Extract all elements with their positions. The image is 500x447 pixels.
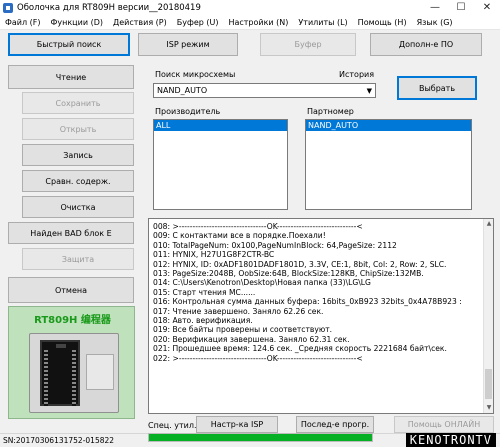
chevron-down-icon[interactable]: ▼ [367, 87, 372, 95]
board-sticker [86, 354, 114, 390]
isp-settings-button[interactable]: Настр-ка ISP [196, 416, 278, 433]
close-button[interactable]: ✕ [474, 0, 500, 15]
online-help-button[interactable]: Помощь ОНЛАЙН [394, 416, 494, 433]
log-line: 019: Все байты проверены и соответствуют… [153, 325, 333, 335]
menu-language[interactable]: Язык (G) [412, 18, 458, 27]
socket-lever [56, 344, 66, 348]
chip-search-combobox[interactable]: NAND_AUTO ▼ [153, 83, 376, 98]
compare-button[interactable]: Сравн. содерж. [22, 170, 134, 192]
log-line: 018: Авто. верификация. [153, 316, 253, 326]
cancel-button[interactable]: Отмена [8, 277, 134, 303]
manufacturer-list[interactable]: ALL [153, 119, 288, 210]
log-line: 020: Верификация завершена. Заняло 62.31… [153, 334, 350, 344]
scroll-thumb[interactable] [485, 369, 492, 399]
socket-pins-left [44, 350, 48, 406]
title-bar: Оболочка для RT809H версии__20180419 — ☐… [0, 0, 500, 15]
menu-settings[interactable]: Настройки (N) [223, 18, 293, 27]
zif-socket [40, 340, 80, 406]
manufacturer-label: Производитель [155, 107, 221, 116]
window-controls: — ☐ ✕ [422, 0, 500, 15]
extra-software-button[interactable]: Дополн-е ПО [370, 33, 482, 56]
protect-button[interactable]: Защита [22, 248, 134, 270]
menu-help[interactable]: Помощь (H) [353, 18, 412, 27]
menu-functions[interactable]: Функции (D) [46, 18, 108, 27]
log-line: 010: TotalPageNum: 0x100,PageNumInBlock:… [153, 240, 397, 250]
log-line: 012: HYNIX, ID: 0xADF1801DADF1801D, 3.3V… [153, 259, 447, 269]
log-line: 017: Чтение завершено. Заняло 62.26 сек. [153, 306, 324, 316]
menu-bar: Файл (F) Функции (D) Действия (P) Буфер … [0, 15, 500, 30]
write-button[interactable]: Запись [22, 144, 134, 166]
log-scrollbar[interactable]: ▲ ▼ [483, 219, 493, 413]
manufacturer-item-selected[interactable]: ALL [154, 120, 287, 131]
log-line: 016: Контрольная сумма данных буфера: 16… [153, 297, 462, 307]
save-button[interactable]: Сохранить [22, 92, 134, 114]
maximize-button[interactable]: ☐ [448, 0, 474, 15]
partnumber-label: Партномер [307, 107, 354, 116]
socket-pins-right [72, 350, 76, 406]
chip-search-value: NAND_AUTO [157, 86, 208, 95]
quick-search-button[interactable]: Быстрый поиск [8, 33, 130, 56]
log-line: 014: C:\Users\Kenotron\Desktop\Новая пап… [153, 278, 371, 288]
log-line: 008: >--------------------------------OK… [153, 222, 363, 231]
minimize-button[interactable]: — [422, 0, 448, 15]
log-line: 009: С контактами все в порядке.Поехали! [153, 231, 326, 241]
history-label: История [339, 70, 375, 79]
chip-search-label: Поиск микросхемы [155, 70, 236, 79]
log-lines: 008: >--------------------------------OK… [153, 222, 483, 363]
serial-number: SN:20170306131752-015822 [3, 436, 115, 445]
last-program-button[interactable]: Послед-е прогр. [296, 416, 374, 433]
programmer-image: RT809H 编程器 [8, 306, 135, 419]
log-output[interactable]: 008: >--------------------------------OK… [148, 218, 494, 414]
menu-actions[interactable]: Действия (P) [108, 18, 172, 27]
programmer-caption: RT809H 编程器 [34, 315, 111, 326]
log-line: 021: Прошедшее время: 124.6 сек. _Средня… [153, 344, 447, 354]
programmer-board [29, 333, 119, 413]
open-button[interactable]: Открыть [22, 118, 134, 140]
app-icon [3, 2, 13, 13]
partnumber-item-selected[interactable]: NAND_AUTO [306, 120, 471, 131]
menu-buffer[interactable]: Буфер (U) [172, 18, 224, 27]
special-utils-label[interactable]: Спец. утил. [148, 421, 197, 430]
progress-bar [148, 433, 373, 442]
watermark: KENOTRONTV [405, 433, 496, 447]
log-line: 011: HYNIX, H27U1G8F2CTR-BC [153, 250, 275, 260]
select-button[interactable]: Выбрать [397, 76, 477, 100]
progress-fill [149, 434, 372, 441]
isp-mode-button[interactable]: ISP режим [138, 33, 238, 56]
buffer-button[interactable]: Буфер [260, 33, 356, 56]
menu-file[interactable]: Файл (F) [0, 18, 46, 27]
log-line: 015: Старт чтения MC...... [153, 287, 256, 297]
bad-block-button[interactable]: Найден BAD блок E [8, 222, 134, 244]
scroll-up-icon[interactable]: ▲ [484, 219, 493, 229]
partnumber-list[interactable]: NAND_AUTO [305, 119, 472, 210]
erase-button[interactable]: Очистка [22, 196, 134, 218]
log-line: 022: >--------------------------------OK… [153, 353, 363, 363]
log-line: 013: PageSize:2048B, OobSize:64B, BlockS… [153, 269, 424, 279]
menu-utilities[interactable]: Утилиты (L) [293, 18, 352, 27]
window-title: Оболочка для RT809H версии__20180419 [17, 2, 201, 13]
scroll-down-icon[interactable]: ▼ [484, 403, 493, 413]
read-button[interactable]: Чтение [8, 65, 134, 89]
